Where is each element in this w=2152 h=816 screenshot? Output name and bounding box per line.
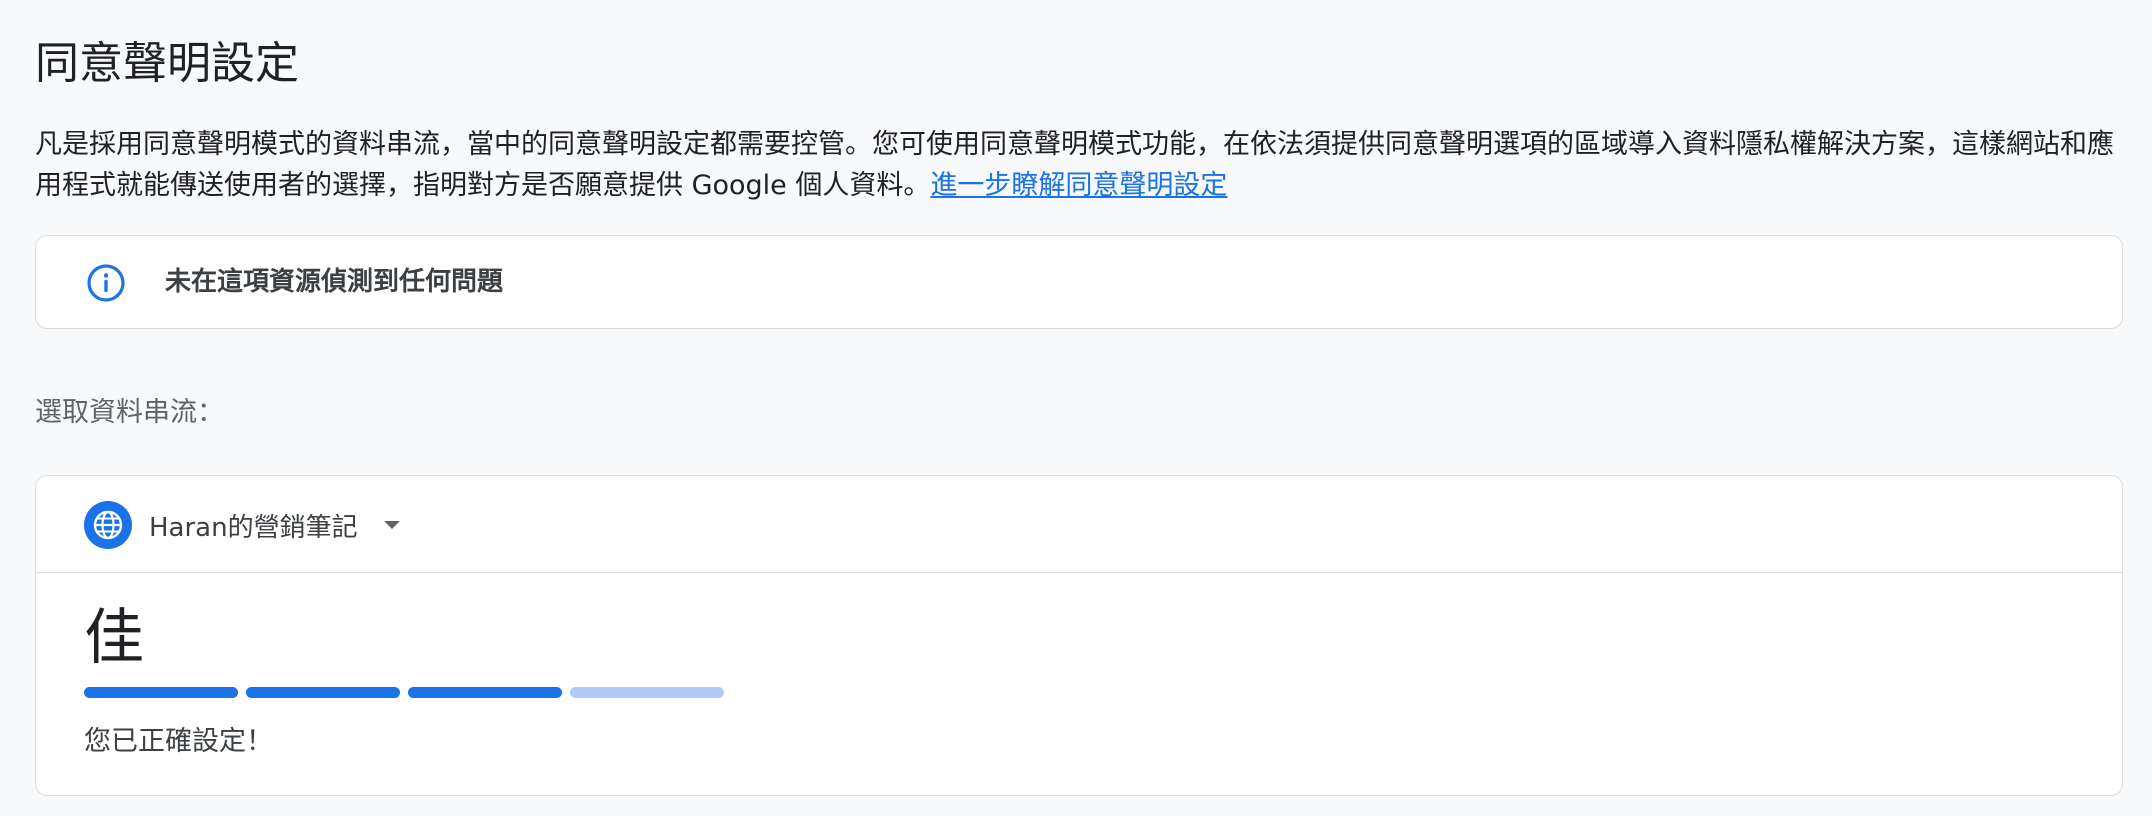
- stream-name: Haran的營銷筆記: [149, 512, 358, 543]
- globe-icon: [84, 501, 132, 549]
- progress-segment: [84, 687, 238, 698]
- consent-status-message: 您已正確設定！: [84, 726, 273, 757]
- stream-dropdown[interactable]: Haran的營銷筆記: [84, 500, 400, 550]
- info-banner: 未在這項資源偵測到任何問題: [35, 235, 2123, 329]
- consent-grade: 佳: [84, 603, 144, 673]
- progress-segment: [246, 687, 400, 698]
- stream-header: Haran的營銷筆記: [36, 476, 2122, 573]
- consent-progress-bar: [84, 687, 724, 698]
- info-message: 未在這項資源偵測到任何問題: [165, 267, 504, 297]
- info-icon: [87, 264, 125, 302]
- stream-select-label: 選取資料串流：: [35, 397, 224, 428]
- page-title: 同意聲明設定: [35, 38, 299, 89]
- stream-card: Haran的營銷筆記 佳 您已正確設定！: [35, 475, 2123, 796]
- progress-segment: [570, 687, 724, 698]
- progress-segment: [408, 687, 562, 698]
- page-description: 凡是採用同意聲明模式的資料串流，當中的同意聲明設定都需要控管。您可使用同意聲明模…: [35, 124, 2125, 206]
- dropdown-arrow-icon: [383, 521, 400, 529]
- learn-more-link[interactable]: 進一步瞭解同意聲明設定: [930, 170, 1227, 201]
